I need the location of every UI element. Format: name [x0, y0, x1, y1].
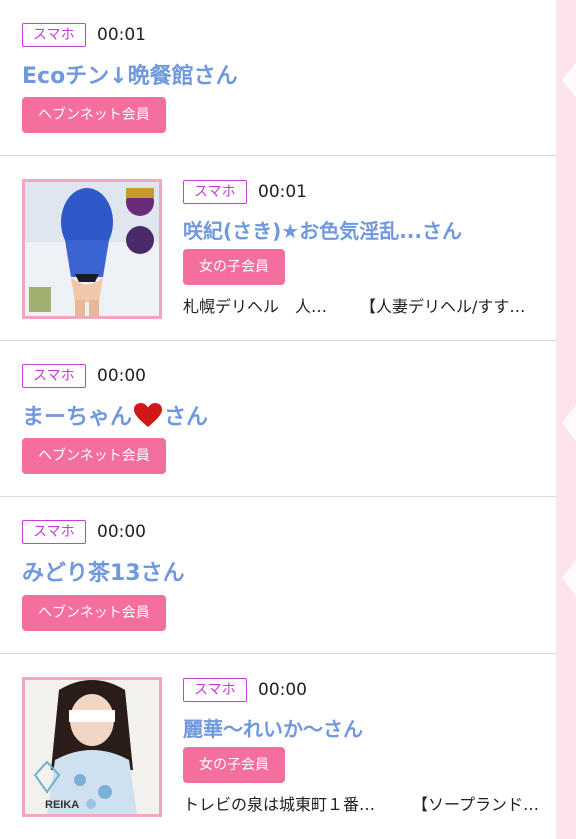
right-rail: [556, 0, 576, 839]
rail-notch: [562, 405, 576, 441]
profile-image: REIKA: [25, 680, 159, 814]
member-name-suffix: さん: [164, 405, 209, 430]
member-name[interactable]: Ecoチン↓晩餐館さん: [22, 58, 238, 90]
list-item[interactable]: スマホ 00:01 咲紀(さき)★お色気淫乱...さん 女の子会員 札幌デリヘル…: [0, 156, 556, 341]
device-badge: スマホ: [22, 23, 86, 47]
profile-thumbnail[interactable]: REIKA: [22, 677, 162, 817]
shop-category[interactable]: 【ソープランド…: [412, 791, 539, 815]
login-time: 00:00: [97, 366, 146, 386]
member-name[interactable]: まーちゃん さん: [22, 399, 208, 431]
member-type-button[interactable]: ヘブンネット会員: [22, 438, 166, 474]
device-badge: スマホ: [183, 678, 247, 702]
login-time: 00:00: [97, 522, 146, 542]
member-type-button[interactable]: ヘブンネット会員: [22, 97, 166, 133]
shop-category[interactable]: 【人妻デリヘル/すす…: [360, 293, 525, 317]
rail-notch: [562, 62, 576, 98]
member-type-button[interactable]: 女の子会員: [183, 249, 285, 285]
member-name-text: まーちゃん: [22, 405, 133, 430]
login-time: 00:01: [258, 182, 307, 202]
member-name[interactable]: 麗華〜れいか〜さん: [183, 713, 363, 742]
rail-notch: [562, 560, 576, 596]
member-type-button[interactable]: 女の子会員: [183, 747, 285, 783]
thumb-text: REIKA: [45, 799, 79, 811]
member-name[interactable]: 咲紀(さき)★お色気淫乱...さん: [183, 215, 462, 244]
login-time: 00:00: [258, 680, 307, 700]
shop-name[interactable]: トレビの泉は城東町１番…: [183, 791, 375, 815]
list-item[interactable]: REIKA スマホ 00:00 麗華〜れいか〜さん 女の子会員 トレビの泉は城東…: [0, 654, 556, 839]
list-item[interactable]: スマホ 00:01 Ecoチン↓晩餐館さん ヘブンネット会員: [0, 0, 556, 156]
login-time: 00:01: [97, 25, 146, 45]
shop-name[interactable]: 札幌デリヘル 人…: [183, 293, 327, 317]
device-badge: スマホ: [22, 364, 86, 388]
profile-image: [25, 182, 159, 316]
member-type-button[interactable]: ヘブンネット会員: [22, 595, 166, 631]
profile-thumbnail[interactable]: [22, 179, 162, 319]
device-badge: スマホ: [183, 180, 247, 204]
device-badge: スマホ: [22, 520, 86, 544]
heart-icon: [134, 403, 163, 427]
list-item[interactable]: スマホ 00:00 まーちゃん さん ヘブンネット会員: [0, 341, 556, 497]
member-name[interactable]: みどり茶13さん: [22, 555, 185, 587]
list-item[interactable]: スマホ 00:00 みどり茶13さん ヘブンネット会員: [0, 497, 556, 654]
